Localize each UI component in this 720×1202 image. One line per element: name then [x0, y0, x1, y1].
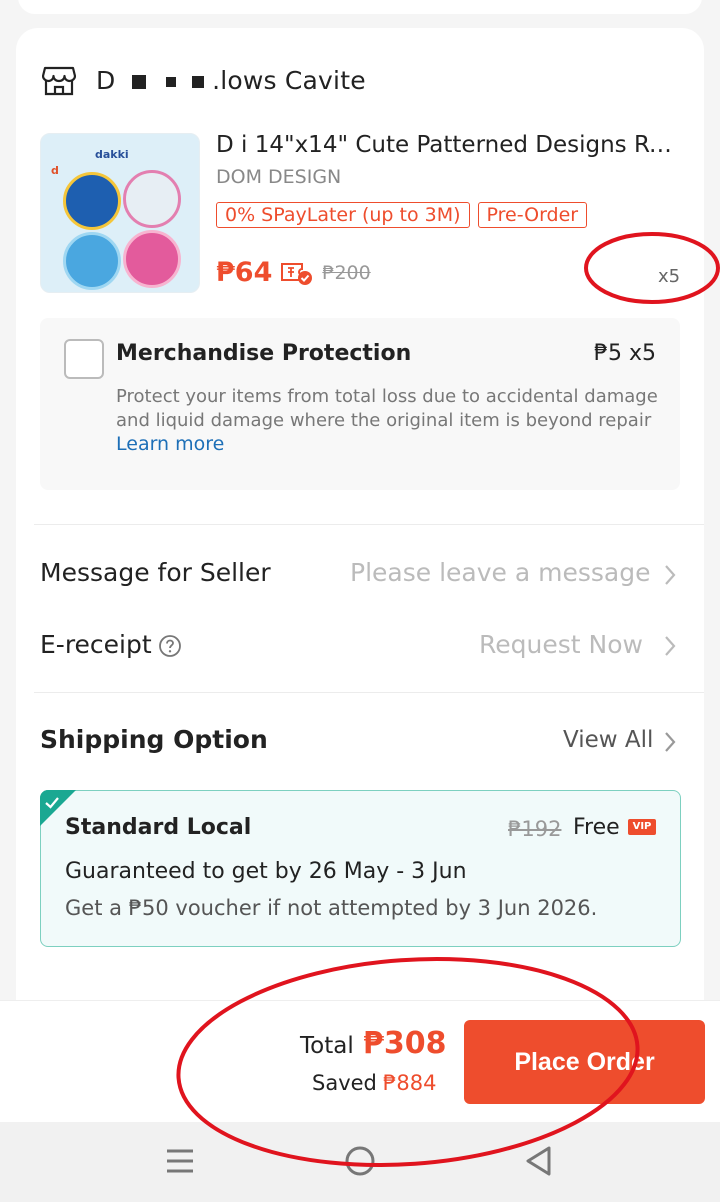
back-icon[interactable] — [520, 1143, 556, 1179]
product-thumbnail[interactable]: dakki d — [40, 133, 200, 293]
product-old-price: ₱200 — [322, 261, 371, 284]
preorder-tag: Pre-Order — [477, 202, 588, 228]
home-icon[interactable] — [342, 1143, 378, 1179]
shipping-option-name: Standard Local — [65, 815, 252, 840]
ereceipt-label: E-receipt — [40, 630, 152, 659]
message-label: Message for Seller — [40, 558, 271, 587]
vip-badge: VIP — [628, 819, 656, 835]
help-icon[interactable] — [158, 634, 182, 658]
shipping-title: Shipping Option — [40, 725, 268, 754]
pillow-image — [123, 230, 181, 288]
protection-title: Merchandise Protection — [116, 341, 412, 366]
thumb-sub: d — [51, 164, 59, 177]
thumb-brand: dakki — [95, 148, 129, 161]
voucher-icon — [281, 262, 313, 285]
shipping-fee: Free — [573, 815, 620, 840]
product-title[interactable]: D i 14"x14" Cute Patterned Designs Ro... — [216, 132, 684, 158]
divider — [34, 692, 704, 693]
chevron-right-icon — [665, 732, 676, 752]
pillow-image — [63, 232, 121, 290]
place-order-button[interactable]: Place Order — [464, 1020, 705, 1104]
previous-card — [18, 0, 702, 14]
redaction-mark — [191, 75, 204, 88]
shipping-old-fee: ₱192 — [508, 817, 562, 841]
chevron-right-icon — [665, 565, 676, 585]
menu-icon[interactable] — [162, 1143, 198, 1179]
saved-value: ₱884 — [383, 1071, 437, 1095]
divider — [34, 524, 704, 525]
shop-icon — [42, 66, 76, 96]
redaction-mark — [131, 74, 146, 89]
redaction-mark — [165, 76, 176, 87]
protection-checkbox[interactable] — [64, 339, 104, 379]
shop-name-suffix: .lows Cavite — [212, 65, 366, 95]
product-tags: 0% SPayLater (up to 3M) Pre-Order — [216, 202, 588, 228]
spaylater-tag: 0% SPayLater (up to 3M) — [216, 202, 470, 228]
shipping-guarantee: Guaranteed to get by 26 May - 3 Jun — [65, 859, 467, 884]
product-quantity: x5 — [658, 266, 681, 287]
pillow-image — [123, 170, 181, 228]
protection-price: ₱5 x5 — [594, 341, 657, 366]
ereceipt-request[interactable]: Request Now — [479, 630, 643, 659]
view-all-link[interactable]: View All — [563, 727, 653, 753]
total-label: Total — [300, 1033, 354, 1059]
product-price: ₱64 — [216, 257, 273, 288]
shop-name-prefix: D — [96, 65, 116, 95]
message-input[interactable]: Please leave a message — [350, 558, 650, 587]
protection-description: Protect your items from total loss due t… — [116, 386, 658, 431]
pillow-image — [63, 172, 121, 230]
chevron-right-icon — [665, 636, 676, 656]
shop-header[interactable]: D .lows Cavite — [42, 60, 366, 100]
saved-label: Saved — [312, 1071, 377, 1095]
price-row: ₱64 ₱200 — [216, 257, 371, 288]
shipping-voucher-note: Get a ₱50 voucher if not attempted by 3 … — [65, 896, 598, 920]
learn-more-link[interactable]: Learn more — [116, 433, 224, 455]
shop-name: D .lows Cavite — [96, 66, 366, 95]
product-variant: DOM DESIGN — [216, 166, 342, 188]
total-value: ₱308 — [363, 1026, 447, 1061]
